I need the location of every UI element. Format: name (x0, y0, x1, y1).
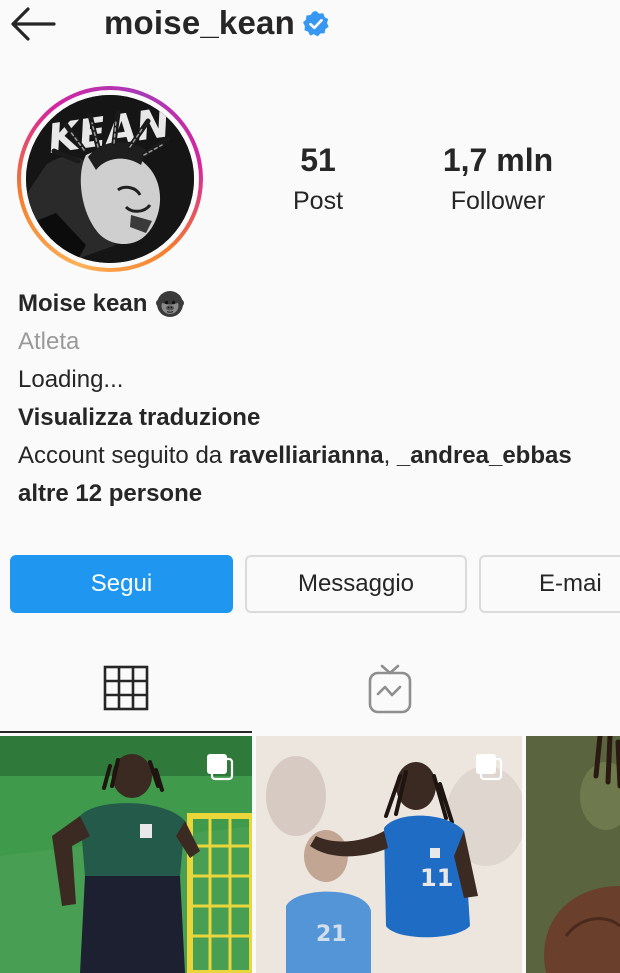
post-thumbnail[interactable] (526, 736, 620, 973)
story-ring[interactable]: KEAN (17, 86, 203, 272)
followers-count: 1,7 mln (442, 142, 554, 178)
arrow-left-icon[interactable] (8, 4, 60, 44)
multiple-photos-icon (476, 754, 503, 781)
profile-name: Moise kean (18, 290, 148, 317)
followed-by[interactable]: Account seguito da ravelliarianna, _andr… (18, 437, 618, 475)
verified-badge-icon (303, 11, 329, 37)
stat-followers[interactable]: 1,7 mln Follower (420, 142, 576, 216)
followers-label: Follower (450, 187, 546, 215)
post-thumbnail[interactable]: 21 11 (256, 736, 522, 973)
profile-bio: Moise kean Atleta Loading... Visualizza … (18, 285, 618, 513)
profile-tabs (0, 645, 620, 733)
followed-by-user[interactable]: ravelliarianna (229, 442, 384, 469)
top-bar: moise_kean (0, 0, 620, 50)
igtv-icon (368, 664, 412, 714)
svg-text:11: 11 (420, 864, 453, 892)
profile-category: Atleta (18, 328, 80, 355)
posts-label: Post (292, 187, 344, 215)
see-translation-link[interactable]: Visualizza traduzione (18, 399, 618, 437)
svg-text:21: 21 (316, 922, 347, 947)
profile-bio-text: Loading... (18, 366, 124, 393)
posts-count: 51 (300, 142, 336, 178)
grid-icon (103, 665, 149, 711)
avatar-image: KEAN (26, 95, 194, 263)
message-button[interactable]: Messaggio (245, 555, 467, 613)
tab-igtv[interactable] (264, 645, 516, 733)
followed-by-more[interactable]: altre 12 persone (18, 475, 618, 513)
tab-posts-grid[interactable] (0, 645, 252, 733)
posts-grid: 21 11 (0, 736, 620, 973)
gorilla-icon (156, 291, 185, 317)
profile-name-row: Moise kean (18, 285, 618, 323)
email-button[interactable]: E-mai (479, 555, 620, 613)
post-thumbnail[interactable] (0, 736, 252, 973)
avatar[interactable]: KEAN (26, 95, 194, 263)
post-image (526, 736, 620, 973)
followed-by-user[interactable]: _andrea_ebbas (397, 442, 572, 469)
follow-button[interactable]: Segui (10, 555, 233, 613)
multiple-photos-icon (207, 754, 234, 781)
profile-username: moise_kean (104, 4, 295, 41)
stat-posts[interactable]: 51 Post (268, 142, 368, 216)
